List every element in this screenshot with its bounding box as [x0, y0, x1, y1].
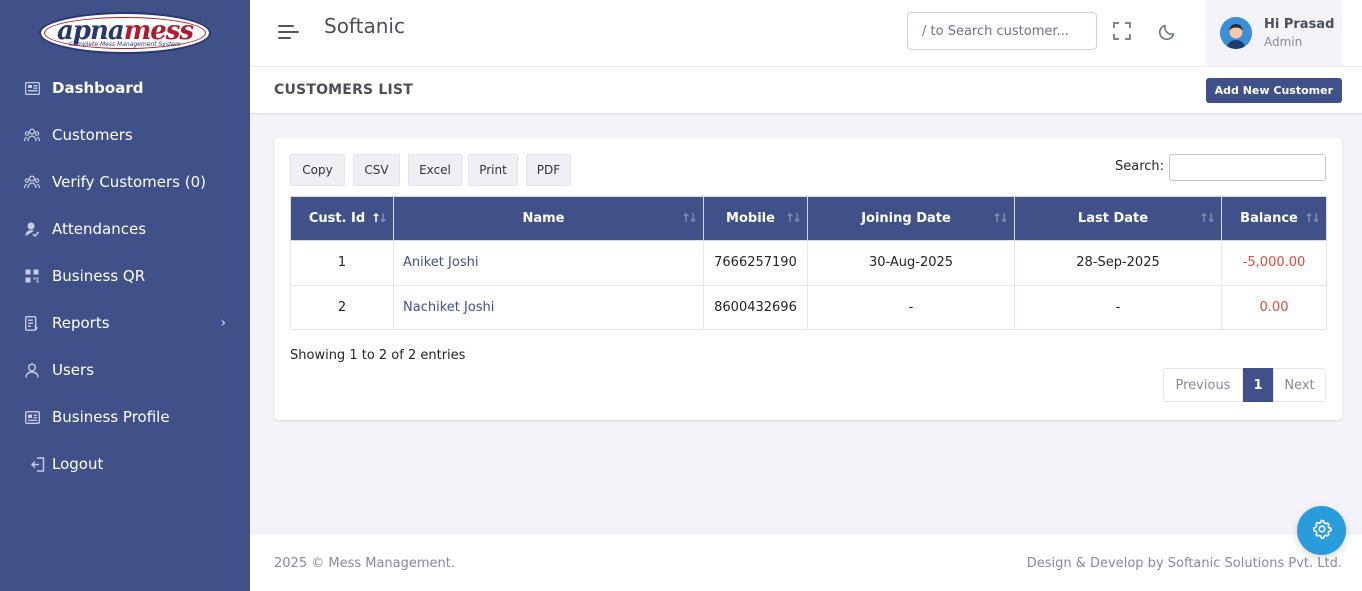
- pdf-button[interactable]: PDF: [526, 154, 571, 186]
- dashboard-icon: [24, 80, 40, 96]
- column-header-name[interactable]: Name ↑↓: [393, 196, 704, 241]
- menu-toggle-icon[interactable]: [278, 24, 300, 40]
- sidebar-item-attendances[interactable]: Attendances: [0, 209, 250, 249]
- sidebar-item-label: Customers: [52, 126, 133, 144]
- app-logo[interactable]: apnamess Complete Mess Management System: [39, 12, 211, 54]
- qr-icon: [24, 268, 40, 284]
- sort-icon: ↑↓: [784, 211, 802, 225]
- footer-copyright: 2025 © Mess Management.: [274, 556, 456, 571]
- user-greeting: Hi Prasad: [1264, 17, 1335, 32]
- sidebar-item-label: Dashboard: [52, 79, 144, 97]
- top-header: Softanic / to Search customer... Hi Pras…: [250, 0, 1362, 67]
- cell-balance: 0.00: [1221, 284, 1327, 330]
- column-header-mobile[interactable]: Mobile ↑↓: [703, 196, 808, 241]
- avatar: [1220, 17, 1252, 49]
- table-info: Showing 1 to 2 of 2 entries: [290, 348, 466, 363]
- cell-mobile: 8600432696: [703, 284, 808, 330]
- sidebar-item-logout[interactable]: Logout: [0, 444, 250, 484]
- logo-tagline: Complete Mess Management System: [69, 40, 181, 48]
- table-header-row: Cust. Id ↑↓ Name ↑↓ Mobile ↑↓ Joining Date ↑…: [290, 196, 1327, 241]
- table-row: 2 Nachiket Joshi 8600432696 - - 0.00: [290, 284, 1327, 330]
- customer-name-link[interactable]: Nachiket Joshi: [393, 284, 704, 330]
- cell-joining-date: 30-Aug-2025: [807, 240, 1015, 286]
- customers-card: Copy CSV Excel Print PDF Search: Cust. I…: [274, 138, 1342, 420]
- sidebar-item-label: Verify Customers (0): [52, 173, 207, 191]
- column-header-balance[interactable]: Balance ↑↓: [1221, 196, 1327, 241]
- next-page-button[interactable]: Next: [1273, 368, 1326, 402]
- user-icon: [24, 362, 40, 378]
- logout-icon: [30, 456, 46, 472]
- column-label: Joining Date: [861, 211, 951, 226]
- gear-icon: [1312, 519, 1332, 543]
- sidebar-item-label: Logout: [52, 455, 104, 473]
- chevron-right-icon: ›: [220, 315, 226, 331]
- sidebar-item-business-qr[interactable]: Business QR: [0, 256, 250, 296]
- sidebar: apnamess Complete Mess Management System…: [0, 0, 250, 591]
- footer: 2025 © Mess Management. Design & Develop…: [250, 535, 1362, 591]
- table-search-label: Search:: [1115, 159, 1165, 174]
- sort-icon: ↑↓: [1198, 211, 1216, 225]
- logo-area[interactable]: apnamess Complete Mess Management System: [0, 0, 250, 66]
- table-row: 1 Aniket Joshi 7666257190 30-Aug-2025 28…: [290, 240, 1327, 286]
- sidebar-item-users[interactable]: Users: [0, 350, 250, 390]
- cell-last-date: 28-Sep-2025: [1014, 240, 1222, 286]
- sort-icon: ↑↓: [680, 211, 698, 225]
- column-header-joining-date[interactable]: Joining Date ↑↓: [807, 196, 1015, 241]
- customers-icon: [24, 127, 40, 143]
- user-menu[interactable]: Hi Prasad Admin: [1206, 0, 1342, 66]
- column-label: Balance: [1240, 211, 1298, 226]
- copy-button[interactable]: Copy: [290, 154, 345, 186]
- sidebar-item-reports[interactable]: Reports ›: [0, 303, 250, 343]
- print-button[interactable]: Print: [468, 154, 518, 186]
- cell-cust-id: 1: [290, 240, 394, 286]
- sidebar-item-label: Reports: [52, 314, 110, 332]
- table-search-input[interactable]: [1169, 154, 1326, 181]
- page-title: CUSTOMERS LIST: [274, 82, 413, 98]
- verify-icon: [24, 174, 40, 190]
- sidebar-item-label: Attendances: [52, 220, 147, 238]
- search-placeholder: / to Search customer...: [922, 23, 1069, 39]
- add-new-customer-button[interactable]: Add New Customer: [1205, 78, 1342, 103]
- cell-last-date: -: [1014, 284, 1222, 330]
- customers-table: Cust. Id ↑↓ Name ↑↓ Mobile ↑↓ Joining Date ↑…: [290, 196, 1327, 330]
- customer-name-link[interactable]: Aniket Joshi: [393, 240, 704, 286]
- sort-icon: ↑↓: [991, 211, 1009, 225]
- dark-mode-moon-icon[interactable]: [1157, 20, 1179, 42]
- column-label: Name: [522, 211, 565, 226]
- customer-search-input[interactable]: / to Search customer...: [907, 12, 1097, 50]
- column-label: Mobile: [726, 211, 775, 226]
- brand-name: Softanic: [324, 14, 405, 38]
- column-label: Last Date: [1077, 211, 1149, 226]
- sort-icon: ↑↓: [1303, 211, 1321, 225]
- excel-button[interactable]: Excel: [408, 154, 462, 186]
- profile-card-icon: [24, 409, 40, 425]
- sidebar-item-label: Business QR: [52, 267, 146, 285]
- sidebar-item-customers[interactable]: Customers: [0, 115, 250, 155]
- fullscreen-icon[interactable]: [1111, 20, 1133, 42]
- page-title-bar: CUSTOMERS LIST Add New Customer: [250, 67, 1362, 114]
- sidebar-item-label: Business Profile: [52, 408, 170, 426]
- cell-joining-date: -: [807, 284, 1015, 330]
- cell-mobile: 7666257190: [703, 240, 808, 286]
- pagination: Previous 1 Next: [1163, 368, 1326, 402]
- csv-button[interactable]: CSV: [353, 154, 400, 186]
- cell-balance: -5,000.00: [1221, 240, 1327, 286]
- reports-icon: [24, 315, 40, 331]
- sidebar-item-dashboard[interactable]: Dashboard: [0, 68, 250, 108]
- sidebar-item-verify-customers[interactable]: Verify Customers (0): [0, 162, 250, 202]
- column-label: Cust. Id: [308, 211, 366, 226]
- sort-asc-icon: ↑↓: [370, 211, 388, 225]
- settings-gear-button[interactable]: [1297, 506, 1346, 555]
- column-header-cust-id[interactable]: Cust. Id ↑↓: [290, 196, 394, 241]
- previous-page-button[interactable]: Previous: [1163, 368, 1243, 402]
- footer-credits: Design & Develop by Softanic Solutions P…: [1026, 556, 1342, 571]
- user-role: Admin: [1264, 35, 1303, 49]
- sidebar-item-business-profile[interactable]: Business Profile: [0, 397, 250, 437]
- sidebar-item-label: Users: [52, 361, 95, 379]
- attendance-icon: [24, 221, 40, 237]
- page-1-button[interactable]: 1: [1243, 368, 1273, 402]
- cell-cust-id: 2: [290, 284, 394, 330]
- column-header-last-date[interactable]: Last Date ↑↓: [1014, 196, 1222, 241]
